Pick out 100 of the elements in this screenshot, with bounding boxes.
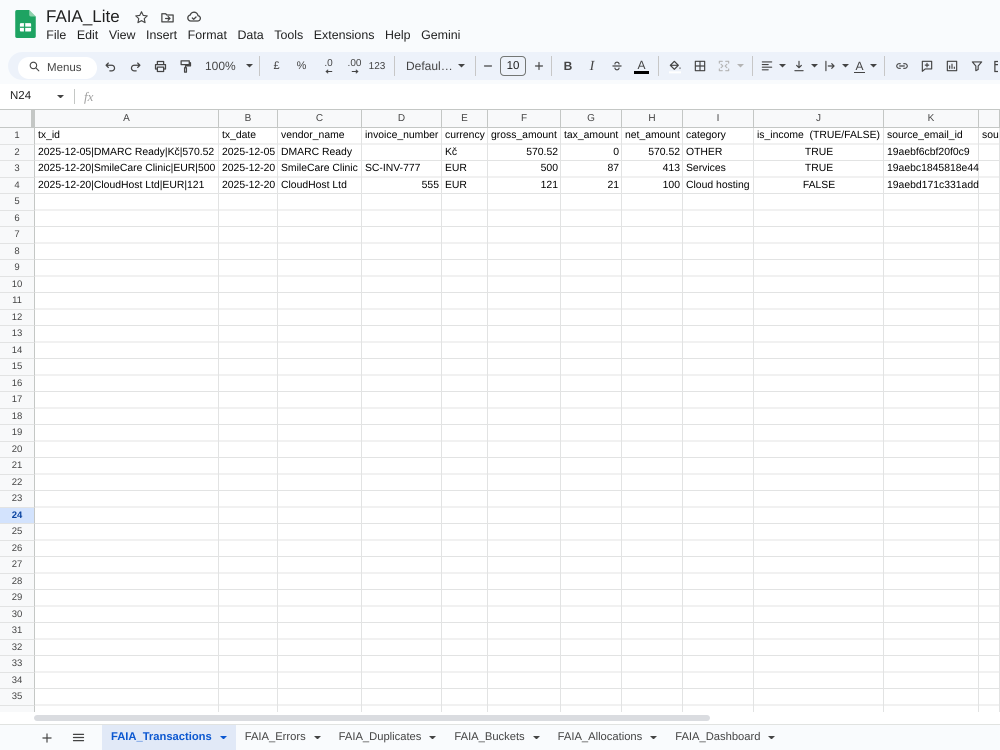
table-icon[interactable] <box>993 58 998 74</box>
increase-decimal-button[interactable]: .00 <box>339 54 364 78</box>
row-number[interactable]: 21 <box>0 458 35 474</box>
search-field[interactable]: Menus <box>18 57 97 79</box>
scrollbar-thumb[interactable] <box>34 715 710 721</box>
column-header[interactable]: J <box>754 110 884 128</box>
row-number[interactable]: 31 <box>0 623 35 640</box>
function-label: fx <box>84 88 94 106</box>
table-cell-text: invoice_number <box>364 129 440 143</box>
row-number[interactable]: 14 <box>0 342 35 359</box>
currency-format-button[interactable]: £ <box>264 54 289 78</box>
star-icon[interactable] <box>134 10 149 24</box>
row-number[interactable]: 32 <box>0 640 35 656</box>
text-rotation-button[interactable]: A <box>851 54 880 78</box>
row-number[interactable]: 34 <box>0 672 35 689</box>
menu-item[interactable]: Tools <box>268 27 308 43</box>
sheet-tab[interactable]: FAIA_Dashboard <box>666 725 784 750</box>
table-cell-text: 555 <box>420 178 440 192</box>
menu-item[interactable]: Help <box>380 27 416 43</box>
row-number[interactable]: 26 <box>0 540 35 557</box>
row-number[interactable]: 23 <box>0 491 35 508</box>
row-number[interactable]: 13 <box>0 326 35 342</box>
row-number[interactable]: 27 <box>0 557 35 574</box>
table-cell-text: gross_amount <box>490 129 558 143</box>
caret-icon <box>246 64 253 68</box>
menu-item[interactable]: Extensions <box>308 27 380 43</box>
caret-icon <box>870 64 876 68</box>
sheet-tab[interactable]: FAIA_Errors <box>236 725 330 750</box>
row-number[interactable]: 4 <box>0 178 35 194</box>
sheet-tab[interactable]: FAIA_Transactions <box>102 725 236 750</box>
row-number[interactable]: 9 <box>0 260 35 276</box>
column-header[interactable]: F <box>488 110 561 128</box>
row-number[interactable]: 28 <box>0 574 35 590</box>
menu-item[interactable]: Gemini <box>416 27 466 43</box>
percent-format-button[interactable]: % <box>289 54 314 78</box>
table-cell-text: is_income (TRUE/FALSE) <box>756 129 881 143</box>
table-cell-text: 2025-12-20|SmileCare Clinic|EUR|500 <box>37 162 216 176</box>
row-number[interactable]: 29 <box>0 590 35 606</box>
column-header[interactable]: K <box>884 110 979 128</box>
row-number[interactable]: 20 <box>0 442 35 458</box>
font-dropdown[interactable]: Defaul… <box>399 54 471 78</box>
column-header[interactable]: A <box>35 110 219 128</box>
table-cell-text: 413 <box>662 162 681 176</box>
row-number[interactable]: 3 <box>0 161 35 178</box>
row-number[interactable]: 24 <box>0 508 35 524</box>
column-header[interactable]: C <box>278 110 362 128</box>
merge-icon <box>716 59 730 73</box>
zoom-dropdown[interactable]: 100% <box>198 54 255 78</box>
left-arrow-icon <box>324 68 332 74</box>
menu-item[interactable]: File <box>41 27 72 43</box>
row-number[interactable]: 25 <box>0 524 35 540</box>
column-header[interactable]: D <box>362 110 442 128</box>
table-cell-text: 121 <box>540 178 559 192</box>
row-number[interactable]: 19 <box>0 425 35 442</box>
caret-icon <box>532 736 540 740</box>
bold-button[interactable]: B <box>556 54 580 78</box>
menu-item[interactable]: View <box>104 27 141 43</box>
text-color-button[interactable]: A <box>629 54 654 78</box>
row-number[interactable]: 35 <box>0 689 35 706</box>
row-number[interactable]: 18 <box>0 408 35 425</box>
row-number[interactable]: 10 <box>0 276 35 293</box>
row-number[interactable]: 22 <box>0 474 35 491</box>
caret-icon <box>810 64 818 68</box>
menu-item[interactable]: Insert <box>140 27 182 43</box>
sheet-tab[interactable]: FAIA_Buckets <box>445 725 549 750</box>
caret-icon <box>768 736 776 740</box>
comment-plus-icon <box>920 59 934 73</box>
column-header[interactable]: B <box>219 110 278 128</box>
row-number[interactable]: 33 <box>0 656 35 672</box>
sheet-tab[interactable]: FAIA_Duplicates <box>330 725 446 750</box>
font-size-field[interactable]: 10 <box>500 56 526 76</box>
sheet-tab[interactable]: FAIA_Allocations <box>548 725 666 750</box>
table-cell-text: 100 <box>662 178 681 192</box>
table-cell-text: CloudHost Ltd <box>280 178 348 192</box>
menu-item[interactable]: Format <box>182 27 232 43</box>
row-number[interactable]: 8 <box>0 244 35 260</box>
row-number[interactable]: 2 <box>0 144 35 161</box>
table-cell-text: sou <box>981 129 1000 143</box>
plus-icon <box>40 730 54 744</box>
more-formats-button[interactable]: 123 <box>364 54 390 78</box>
menu-item[interactable]: Edit <box>72 27 104 43</box>
column-header[interactable]: E <box>442 110 488 128</box>
italic-button[interactable]: I <box>580 54 604 78</box>
column-header[interactable]: H <box>622 110 683 128</box>
row-number[interactable]: 6 <box>0 210 35 227</box>
decrease-decimal-button[interactable]: .0 <box>314 54 339 78</box>
name-box[interactable]: N24 <box>0 88 54 106</box>
table-cell-text: 2025-12-20 <box>221 162 276 176</box>
chart-icon <box>944 59 958 73</box>
row-number[interactable]: 16 <box>0 376 35 392</box>
table-cell-text: tax_amount <box>563 129 620 143</box>
column-header[interactable]: G <box>561 110 622 128</box>
table-cell-text: 19aebc1845818e44 <box>886 162 979 176</box>
row-number[interactable]: 12 <box>0 310 35 326</box>
caret-icon <box>314 736 321 740</box>
column-header[interactable]: I <box>683 110 754 128</box>
table-cell-text: 87 <box>606 162 620 176</box>
row-number[interactable]: 30 <box>0 606 35 623</box>
menu-item[interactable]: Data <box>232 27 269 43</box>
strikethrough-icon <box>610 59 624 73</box>
